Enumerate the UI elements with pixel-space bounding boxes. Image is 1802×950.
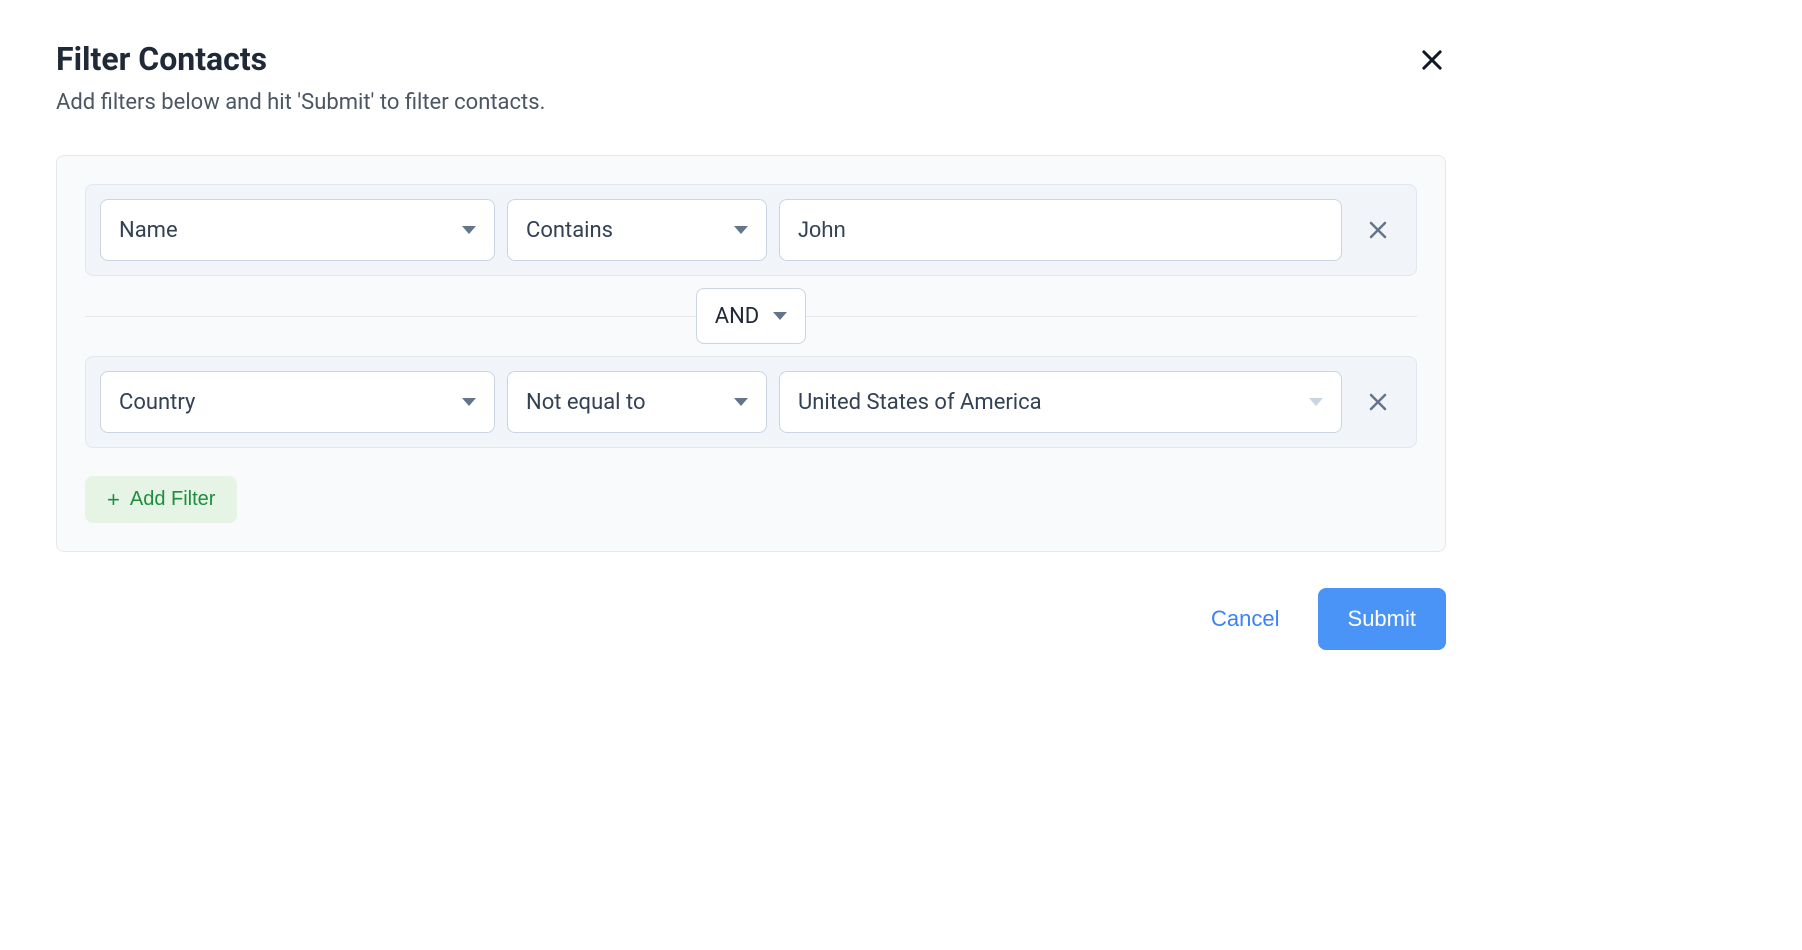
filter-row: Name Contains xyxy=(85,184,1417,276)
chevron-down-icon xyxy=(773,312,787,320)
filter-operator-select[interactable]: Not equal to xyxy=(507,371,767,433)
filter-operator-select[interactable]: Contains xyxy=(507,199,767,261)
add-filter-button[interactable]: + Add Filter xyxy=(85,476,237,523)
add-filter-label: Add Filter xyxy=(130,488,216,511)
chevron-down-icon xyxy=(734,226,748,234)
cancel-button[interactable]: Cancel xyxy=(1201,592,1289,646)
submit-button[interactable]: Submit xyxy=(1318,588,1446,650)
filter-operator-value: Not equal to xyxy=(526,390,646,415)
filter-field-value: Name xyxy=(119,218,178,243)
filter-contacts-modal: Filter Contacts Add filters below and hi… xyxy=(0,0,1502,694)
chevron-down-icon xyxy=(734,398,748,406)
close-button[interactable] xyxy=(1410,38,1454,82)
logic-divider: AND xyxy=(85,276,1417,356)
filter-operator-value: Contains xyxy=(526,218,613,243)
filter-field-value: Country xyxy=(119,390,195,415)
filter-value-text: United States of America xyxy=(798,390,1042,415)
remove-filter-button[interactable] xyxy=(1354,378,1402,426)
remove-filter-button[interactable] xyxy=(1354,206,1402,254)
close-icon xyxy=(1366,390,1390,414)
plus-icon: + xyxy=(107,489,120,511)
modal-title: Filter Contacts xyxy=(56,40,1446,78)
close-icon xyxy=(1366,218,1390,242)
chevron-down-icon xyxy=(462,398,476,406)
modal-subtitle: Add filters below and hit 'Submit' to fi… xyxy=(56,90,1446,115)
filter-value-input[interactable] xyxy=(779,199,1342,261)
filter-value-select[interactable]: United States of America xyxy=(779,371,1342,433)
modal-header: Filter Contacts Add filters below and hi… xyxy=(56,40,1446,115)
filters-panel: Name Contains AND xyxy=(56,155,1446,552)
modal-footer: Cancel Submit xyxy=(56,588,1446,650)
filter-row: Country Not equal to United States of Am… xyxy=(85,356,1417,448)
chevron-down-icon xyxy=(462,226,476,234)
close-icon xyxy=(1418,46,1446,74)
logic-operator-value: AND xyxy=(715,304,759,329)
filter-field-select[interactable]: Name xyxy=(100,199,495,261)
logic-operator-select[interactable]: AND xyxy=(696,288,806,344)
chevron-down-icon xyxy=(1309,398,1323,406)
filter-field-select[interactable]: Country xyxy=(100,371,495,433)
